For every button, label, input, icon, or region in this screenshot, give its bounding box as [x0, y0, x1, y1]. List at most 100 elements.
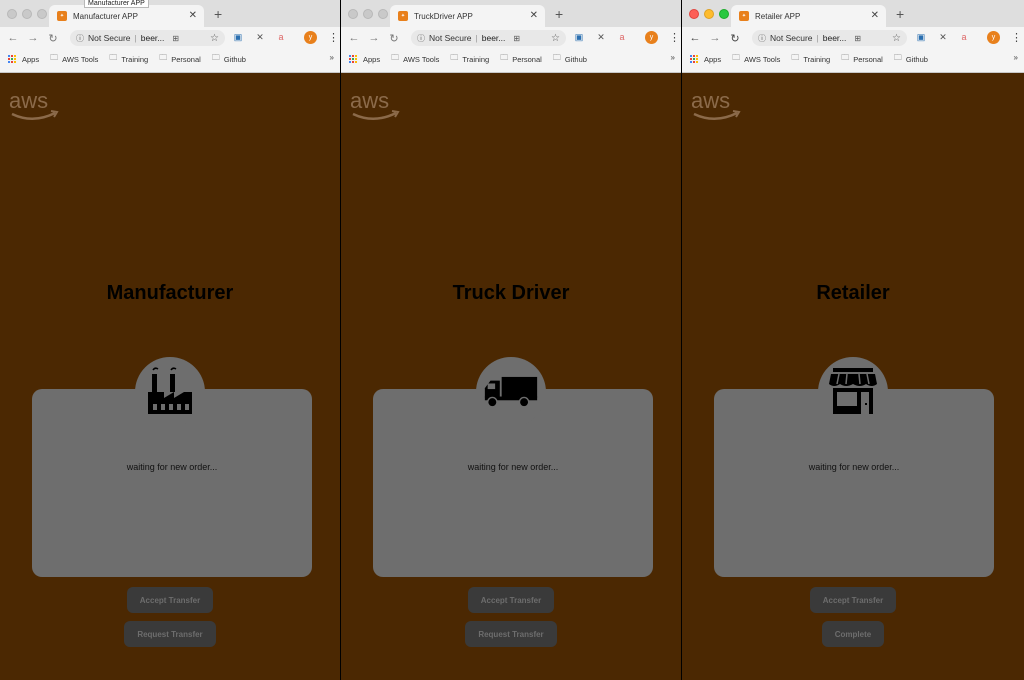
profile-avatar[interactable]: y [304, 31, 317, 44]
translate-icon[interactable]: ⊞ [172, 34, 179, 43]
browser-tab[interactable]: ✦ Retailer APP ✕ [731, 5, 886, 27]
back-button[interactable]: ← [347, 32, 361, 44]
minimize-window-button[interactable] [22, 9, 32, 19]
aws-logo: aws [9, 88, 59, 120]
bookmark-github[interactable]: 🗀 Github [553, 52, 587, 66]
bookmark-personal[interactable]: 🗀 Personal [500, 52, 542, 66]
bookmark-star-icon[interactable]: ☆ [892, 33, 901, 44]
translate-icon[interactable]: ⊞ [854, 34, 861, 43]
zoom-window-button[interactable] [719, 9, 729, 19]
minimize-window-button[interactable] [704, 9, 714, 19]
bookmark-aws-tools[interactable]: 🗀 AWS Tools [732, 52, 780, 66]
bookmark-star-icon[interactable]: ☆ [210, 33, 219, 44]
browser-menu-icon[interactable]: ⋮ [669, 31, 680, 44]
aws-logo: aws [691, 88, 741, 120]
bookmark-personal[interactable]: 🗀 Personal [841, 52, 883, 66]
folder-icon: 🗀 [109, 53, 118, 62]
folder-icon: 🗀 [50, 53, 59, 62]
more-bookmarks-button[interactable]: » [330, 53, 334, 62]
separator: | [134, 33, 137, 43]
info-icon[interactable]: ⓘ [76, 33, 84, 44]
request-transfer-button[interactable]: Request Transfer [465, 621, 557, 647]
accept-transfer-button[interactable]: Accept Transfer [810, 587, 896, 613]
forward-button[interactable]: → [708, 32, 722, 44]
new-tab-button[interactable]: + [896, 6, 904, 22]
address-bar[interactable]: ⓘ Not Secure | beer... ⊞ ☆ [411, 30, 566, 46]
zoom-window-button[interactable] [37, 9, 47, 19]
accept-transfer-button[interactable]: Accept Transfer [468, 587, 554, 613]
apps-grid-icon [349, 55, 357, 63]
zoom-window-button[interactable] [378, 9, 388, 19]
more-bookmarks-button[interactable]: » [671, 53, 675, 62]
browser-chrome: ✦ Manufacturer APP ✕ + Manufacturer APP … [0, 0, 340, 73]
folder-icon: 🗀 [450, 53, 459, 62]
info-icon[interactable]: ⓘ [417, 33, 425, 44]
tab-tooltip: Manufacturer APP [84, 0, 149, 8]
bookmark-training[interactable]: 🗀 Training [450, 52, 489, 66]
bookmark-training[interactable]: 🗀 Training [791, 52, 830, 66]
more-bookmarks-button[interactable]: » [1014, 53, 1018, 62]
role-title: Manufacturer [106, 282, 234, 304]
bookmark-personal[interactable]: 🗀 Personal [159, 52, 201, 66]
favicon-icon: ✦ [57, 11, 67, 21]
bookmark-apps[interactable]: Apps [704, 55, 721, 64]
translate-icon[interactable]: ⊞ [513, 34, 520, 43]
close-window-button[interactable] [348, 9, 358, 19]
address-bar[interactable]: ⓘ Not Secure | beer... ⊞ ☆ [752, 30, 907, 46]
amazon-extension-icon[interactable]: a [616, 31, 628, 43]
complete-button[interactable]: Complete [822, 621, 884, 647]
bookmark-apps[interactable]: Apps [22, 55, 39, 64]
extension-icon[interactable]: ▣ [915, 31, 927, 43]
close-window-button[interactable] [689, 9, 699, 19]
browser-menu-icon[interactable]: ⋮ [1011, 31, 1022, 44]
extension-icon[interactable]: ▣ [573, 31, 585, 43]
minimize-window-button[interactable] [363, 9, 373, 19]
browser-menu-icon[interactable]: ⋮ [328, 31, 339, 44]
info-icon[interactable]: ⓘ [758, 33, 766, 44]
bookmark-aws-tools[interactable]: 🗀 AWS Tools [391, 52, 439, 66]
tools-extension-icon[interactable]: ✕ [254, 31, 266, 43]
bookmark-github[interactable]: 🗀 Github [212, 52, 246, 66]
new-tab-button[interactable]: + [555, 6, 563, 22]
browser-tab[interactable]: ✦ TruckDriver APP ✕ [390, 5, 545, 27]
browser-tab[interactable]: ✦ Manufacturer APP ✕ [49, 5, 204, 27]
bookmarks-bar: Apps 🗀 AWS Tools 🗀 Training 🗀 Personal 🗀 Git… [682, 51, 1024, 67]
bookmark-apps[interactable]: Apps [363, 55, 380, 64]
window-controls [7, 9, 47, 19]
back-button[interactable]: ← [688, 32, 702, 44]
bookmark-github[interactable]: 🗀 Github [894, 52, 928, 66]
profile-avatar[interactable]: y [645, 31, 658, 44]
tools-extension-icon[interactable]: ✕ [937, 31, 949, 43]
forward-button[interactable]: → [26, 32, 40, 44]
url-text: beer... [481, 33, 506, 43]
window-controls [348, 9, 388, 19]
bookmarks-bar: Apps 🗀 AWS Tools 🗀 Training 🗀 Personal 🗀 Git… [0, 51, 340, 67]
amazon-extension-icon[interactable]: a [275, 31, 287, 43]
reload-button[interactable]: ↻ [728, 32, 742, 45]
tools-extension-icon[interactable]: ✕ [595, 31, 607, 43]
app-content: aws Retailer waiting for new order... Ac… [682, 72, 1024, 680]
url-text: beer... [140, 33, 165, 43]
forward-button[interactable]: → [367, 32, 381, 44]
back-button[interactable]: ← [6, 32, 20, 44]
browser-window-truck-driver: ✦ TruckDriver APP ✕ + ← → ↻ ⓘ Not Secure… [341, 0, 681, 680]
folder-icon: 🗀 [732, 53, 741, 62]
security-label: Not Secure [88, 33, 131, 43]
reload-button[interactable]: ↻ [387, 32, 401, 45]
close-tab-icon[interactable]: ✕ [189, 10, 197, 21]
bookmark-aws-tools[interactable]: 🗀 AWS Tools [50, 52, 98, 66]
new-tab-button[interactable]: + [214, 6, 222, 22]
bookmark-star-icon[interactable]: ☆ [551, 33, 560, 44]
reload-button[interactable]: ↻ [46, 32, 60, 45]
close-tab-icon[interactable]: ✕ [530, 10, 538, 21]
request-transfer-button[interactable]: Request Transfer [124, 621, 216, 647]
close-window-button[interactable] [7, 9, 17, 19]
amazon-extension-icon[interactable]: a [958, 31, 970, 43]
profile-avatar[interactable]: y [987, 31, 1000, 44]
extension-icon[interactable]: ▣ [232, 31, 244, 43]
accept-transfer-button[interactable]: Accept Transfer [127, 587, 213, 613]
address-bar[interactable]: ⓘ Not Secure | beer... ⊞ ☆ [70, 30, 225, 46]
close-tab-icon[interactable]: ✕ [871, 10, 879, 21]
bookmark-training[interactable]: 🗀 Training [109, 52, 148, 66]
separator: | [475, 33, 478, 43]
